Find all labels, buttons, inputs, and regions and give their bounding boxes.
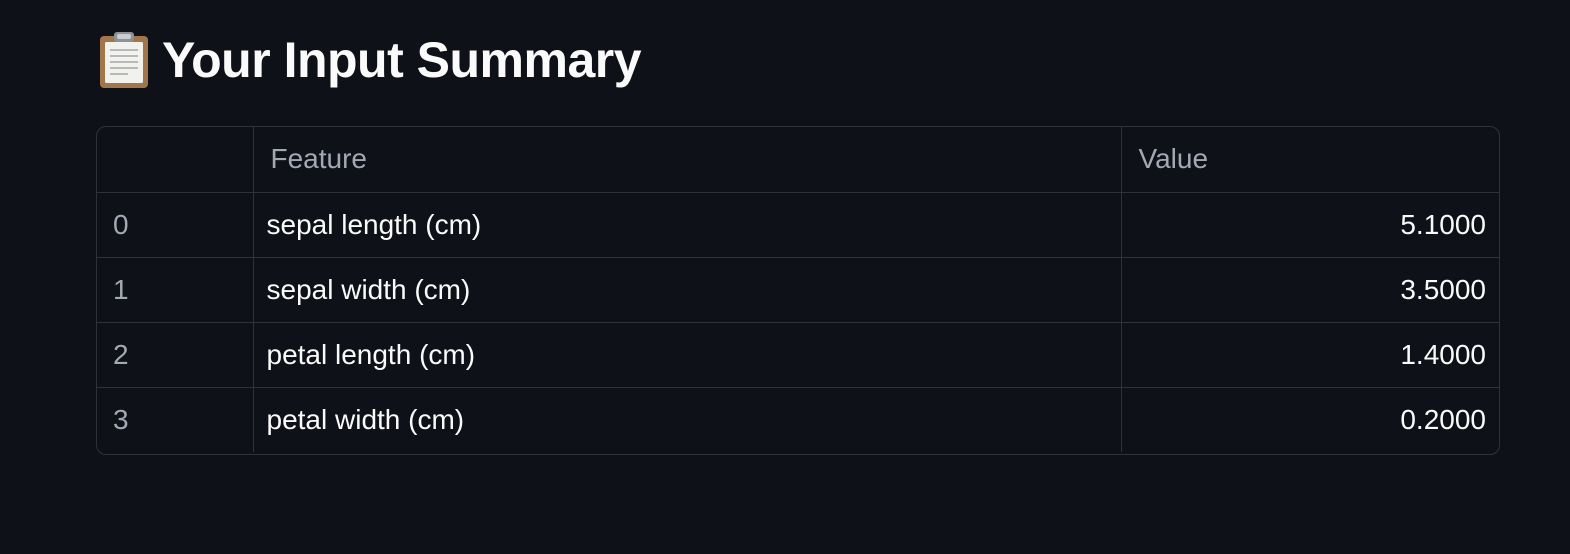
table-header-row: Feature Value [97, 127, 1499, 193]
column-header-value[interactable]: Value [1121, 127, 1499, 193]
table-row: 2 petal length (cm) 1.4000 [97, 322, 1499, 388]
feature-cell[interactable]: sepal width (cm) [253, 257, 1122, 323]
section-heading: Your Input Summary [98, 28, 642, 92]
value-cell[interactable]: 3.5000 [1121, 257, 1499, 323]
value-cell[interactable]: 5.1000 [1121, 192, 1499, 258]
column-header-feature[interactable]: Feature [253, 127, 1122, 193]
feature-cell[interactable]: sepal length (cm) [253, 192, 1122, 258]
clipboard-icon [98, 30, 150, 90]
row-index-cell[interactable]: 1 [97, 257, 254, 323]
table-row: 3 petal width (cm) 0.2000 [97, 387, 1499, 452]
data-table: Feature Value 0 sepal length (cm) 5.1000… [97, 127, 1499, 452]
value-cell[interactable]: 0.2000 [1121, 387, 1499, 452]
feature-cell[interactable]: petal width (cm) [253, 387, 1122, 452]
row-index-cell[interactable]: 0 [97, 192, 254, 258]
row-index-cell[interactable]: 2 [97, 322, 254, 388]
input-summary-table[interactable]: Feature Value 0 sepal length (cm) 5.1000… [96, 126, 1500, 455]
column-header-index[interactable] [97, 127, 254, 193]
app-page: Your Input Summary Feature Value 0 sepal… [0, 0, 1570, 554]
table-row: 0 sepal length (cm) 5.1000 [97, 192, 1499, 258]
row-index-cell[interactable]: 3 [97, 387, 254, 452]
value-cell[interactable]: 1.4000 [1121, 322, 1499, 388]
page-title: Your Input Summary [162, 32, 642, 88]
feature-cell[interactable]: petal length (cm) [253, 322, 1122, 388]
table-row: 1 sepal width (cm) 3.5000 [97, 257, 1499, 323]
